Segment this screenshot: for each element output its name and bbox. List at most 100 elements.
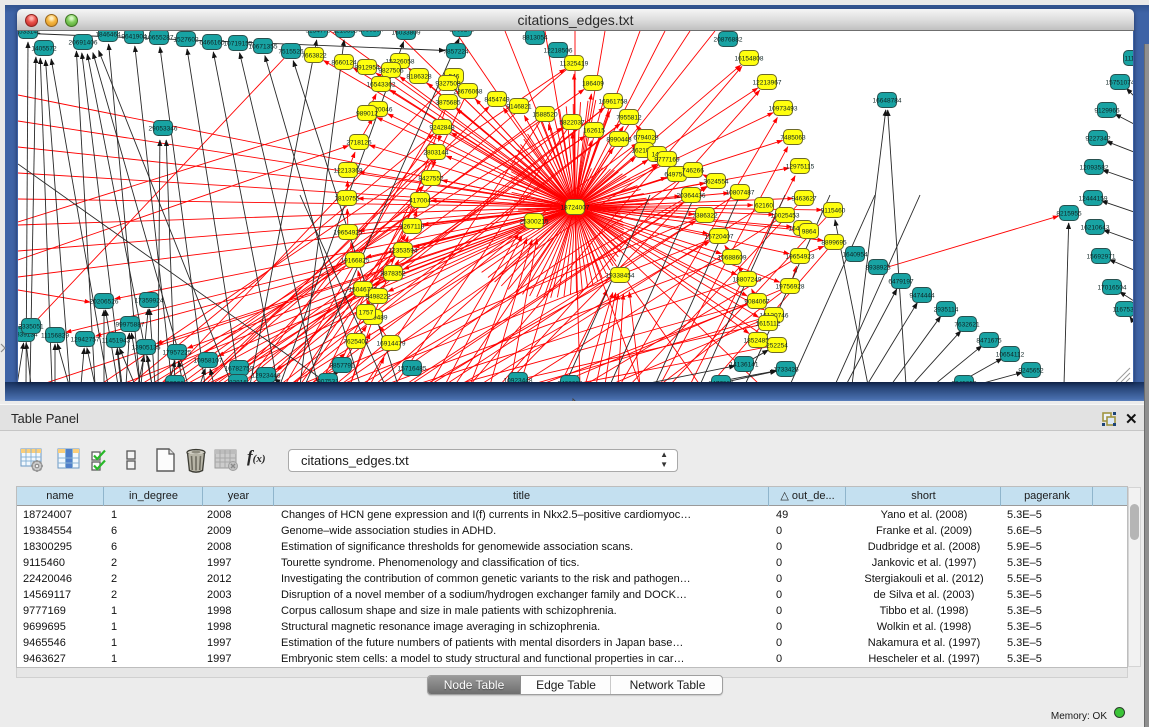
svg-text:2803144: 2803144 [423, 150, 449, 157]
svg-text:9777169: 9777169 [654, 157, 680, 164]
svg-text:10807487: 10807487 [726, 190, 755, 197]
svg-text:9084067: 9084067 [744, 299, 770, 306]
svg-text:19654925: 19654925 [334, 230, 363, 237]
svg-text:12218506: 12218506 [544, 48, 573, 55]
svg-text:19166825: 19166825 [341, 258, 370, 265]
svg-text:62160: 62160 [755, 203, 773, 210]
svg-text:9115460: 9115460 [821, 208, 846, 215]
svg-text:16033809: 16033809 [392, 31, 421, 37]
svg-text:9864: 9864 [802, 229, 817, 236]
svg-text:20876882: 20876882 [714, 37, 743, 44]
svg-text:7485063: 7485063 [780, 135, 806, 142]
svg-text:16961758: 16961758 [599, 99, 628, 106]
svg-text:15720407: 15720407 [705, 234, 734, 241]
svg-text:9827506: 9827506 [378, 68, 404, 75]
svg-text:7632621: 7632621 [954, 322, 980, 329]
svg-text:16154808: 16154808 [735, 56, 764, 63]
svg-text:1733426: 1733426 [773, 367, 799, 374]
svg-text:53902: 53902 [166, 381, 184, 383]
svg-text:15692971: 15692971 [1087, 254, 1116, 261]
svg-text:10654112: 10654112 [996, 352, 1025, 359]
svg-text:8454749: 8454749 [484, 97, 510, 104]
svg-text:10688609: 10688609 [718, 255, 747, 262]
svg-text:7625402: 7625402 [343, 339, 369, 346]
svg-text:17359924: 17359924 [135, 298, 164, 305]
svg-text:9463628: 9463628 [557, 381, 583, 383]
svg-text:1640954: 1640954 [842, 252, 868, 259]
svg-text:20206526: 20206526 [90, 299, 119, 306]
svg-text:2053184: 2053184 [358, 31, 384, 34]
svg-text:8990448: 8990448 [606, 137, 632, 144]
svg-text:12213967: 12213967 [753, 80, 782, 87]
svg-text:9146821: 9146821 [506, 104, 532, 111]
svg-text:12213369: 12213369 [334, 168, 363, 175]
svg-text:10655287: 10655287 [145, 35, 174, 42]
svg-text:16782759: 16782759 [225, 366, 254, 373]
svg-text:9245052: 9245052 [951, 381, 977, 383]
svg-text:10025453: 10025453 [771, 213, 800, 220]
svg-text:8938923: 8938923 [865, 265, 891, 272]
svg-text:7386322: 7386322 [692, 213, 718, 220]
svg-text:162615: 162615 [583, 128, 605, 135]
svg-text:9641904: 9641904 [121, 34, 147, 41]
svg-text:7955812: 7955812 [616, 115, 642, 122]
svg-text:23676068: 23676068 [454, 89, 483, 96]
svg-text:12444159: 12444159 [1079, 196, 1108, 203]
svg-text:8912954: 8912954 [354, 65, 380, 72]
svg-text:29053346: 29053346 [149, 126, 178, 133]
svg-text:9227342: 9227342 [1085, 136, 1111, 143]
svg-text:6794028: 6794028 [633, 135, 659, 142]
svg-text:252254: 252254 [766, 343, 788, 350]
svg-text:1588520: 1588520 [532, 112, 558, 119]
svg-text:12975115: 12975115 [786, 164, 815, 171]
svg-text:2335051: 2335051 [18, 324, 44, 331]
svg-text:17016504: 17016504 [1098, 285, 1127, 292]
svg-text:2718126: 2718126 [346, 140, 372, 147]
svg-text:83816: 83816 [229, 380, 247, 383]
svg-text:20691406: 20691406 [69, 40, 98, 47]
svg-text:16210643: 16210643 [1081, 225, 1110, 232]
svg-text:7857224: 7857224 [443, 49, 469, 56]
svg-text:16543362: 16543362 [367, 82, 396, 89]
svg-text:15716485: 15716485 [398, 366, 427, 373]
svg-text:9242848: 9242848 [429, 125, 455, 132]
svg-text:186409: 186409 [582, 81, 604, 88]
svg-text:8813054: 8813054 [522, 35, 548, 42]
svg-text:17957225: 17957225 [163, 350, 192, 357]
svg-text:19756928: 19756928 [776, 284, 805, 291]
svg-text:12942757: 12942757 [71, 337, 100, 344]
svg-text:5822037: 5822037 [559, 120, 585, 127]
svg-text:8471675: 8471675 [976, 338, 1002, 345]
svg-text:1615112: 1615112 [756, 321, 781, 328]
svg-text:20364436: 20364436 [677, 193, 706, 200]
svg-text:16648784: 16648784 [873, 98, 902, 105]
svg-text:12353594: 12353594 [389, 248, 418, 255]
svg-text:18724007: 18724007 [561, 205, 590, 212]
svg-text:2533141: 2533141 [18, 31, 41, 36]
svg-text:3267110: 3267110 [400, 224, 425, 231]
svg-text:1810755: 1810755 [334, 196, 360, 203]
svg-text:19338454: 19338454 [606, 273, 635, 280]
svg-text:19654923: 19654923 [786, 254, 815, 261]
svg-text:1405572: 1405572 [31, 46, 57, 53]
svg-text:15751074: 15751074 [1106, 80, 1133, 87]
svg-text:9857791: 9857791 [329, 363, 355, 370]
svg-text:18807249: 18807249 [733, 277, 762, 284]
svg-text:16914479: 16914479 [377, 341, 406, 348]
svg-text:99975887: 99975887 [116, 322, 145, 329]
svg-text:9463627: 9463627 [791, 196, 817, 203]
svg-text:8878352: 8878352 [380, 271, 406, 278]
svg-text:5498222: 5498222 [365, 294, 391, 301]
svg-text:10923448: 10923448 [504, 378, 533, 383]
svg-text:907531: 907531 [317, 379, 339, 383]
svg-text:13905135: 13905135 [132, 345, 161, 352]
svg-text:8899695: 8899695 [821, 240, 847, 247]
svg-text:1065276: 1065276 [449, 31, 475, 34]
svg-text:6466160: 6466160 [199, 40, 225, 47]
svg-text:1167533: 1167533 [1113, 307, 1133, 314]
svg-text:746266: 746266 [682, 168, 704, 175]
svg-text:9245652: 9245652 [1018, 368, 1044, 375]
svg-text:989012: 989012 [356, 111, 378, 118]
svg-text:14136141: 14136141 [730, 362, 759, 369]
svg-text:8215955: 8215955 [1056, 211, 1082, 218]
